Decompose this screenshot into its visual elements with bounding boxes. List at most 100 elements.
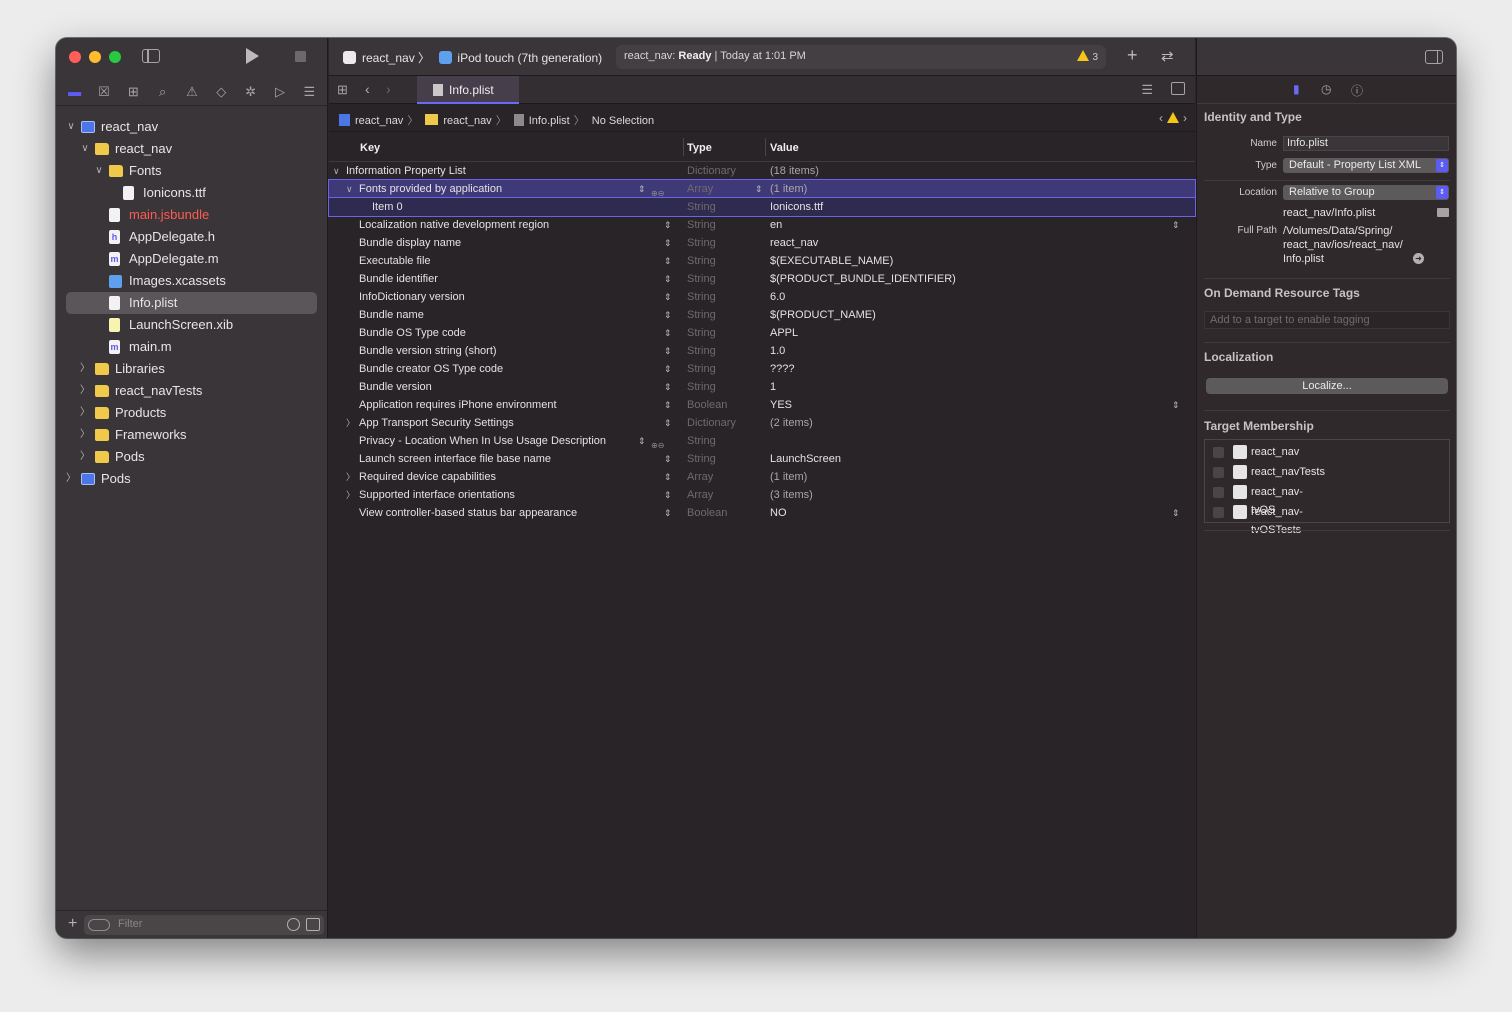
plist-type[interactable]: String xyxy=(687,360,716,378)
plist-row[interactable]: Bundle name ⇕ String $(PRODUCT_NAME) xyxy=(329,306,1195,324)
navigator-item[interactable]: ∨ Fonts xyxy=(66,160,317,182)
value-popup-icon[interactable]: ⇕ xyxy=(1172,396,1180,414)
symbol-navigator-icon[interactable]: ⊞ xyxy=(123,84,143,100)
jump-bar-group[interactable]: react_nav xyxy=(443,115,491,127)
plist-key[interactable]: Information Property List xyxy=(346,162,466,180)
key-stepper-icon[interactable]: ⇕ xyxy=(664,342,672,360)
navigator-item[interactable]: m main.m xyxy=(66,336,317,358)
editor-options-icon[interactable]: ☰ xyxy=(1141,82,1153,98)
related-items-grid-icon[interactable]: ⊞ xyxy=(337,82,348,98)
report-navigator-icon[interactable]: ☰ xyxy=(299,84,319,100)
plist-row[interactable]: Localization native development region ⇕ S… xyxy=(329,216,1195,234)
plist-type[interactable]: String xyxy=(687,252,716,270)
issue-navigator-icon[interactable]: ⚠ xyxy=(182,84,202,100)
plist-value[interactable]: Ionicons.ttf xyxy=(770,198,823,216)
disclosure-expanded-icon[interactable]: ∨ xyxy=(346,180,353,198)
key-stepper-icon[interactable]: ⇕ xyxy=(664,450,672,468)
navigator-item[interactable]: main.jsbundle xyxy=(66,204,317,226)
zoom-window-button[interactable] xyxy=(109,51,121,63)
plist-row[interactable]: 〉 Required device capabilities ⇕ Array (1 it… xyxy=(329,468,1195,486)
key-stepper-icon[interactable]: ⇕ xyxy=(664,252,672,270)
navigator-item[interactable]: m AppDelegate.m xyxy=(66,248,317,270)
plist-row[interactable]: Item 0 String Ionicons.ttf xyxy=(328,197,1196,217)
plist-key[interactable]: Bundle identifier xyxy=(359,270,438,288)
disclosure-expanded-icon[interactable]: ∨ xyxy=(80,138,90,160)
inspector-toggle-icon[interactable] xyxy=(1425,50,1443,64)
library-plus-icon[interactable]: + xyxy=(1127,45,1138,66)
plist-value[interactable]: NO xyxy=(770,504,787,522)
plist-key[interactable]: Bundle version string (short) xyxy=(359,342,497,360)
plist-type[interactable]: String xyxy=(687,306,716,324)
plist-type[interactable]: Dictionary xyxy=(687,162,736,180)
source-control-navigator-icon[interactable]: ☒ xyxy=(94,84,114,100)
project-navigator-icon[interactable]: ▬ xyxy=(65,84,85,99)
plist-value[interactable]: (2 items) xyxy=(770,414,813,432)
plist-type[interactable]: String xyxy=(687,432,716,450)
navigator-item[interactable]: Ionicons.ttf xyxy=(66,182,317,204)
plist-type[interactable]: String xyxy=(687,216,716,234)
target-checkbox[interactable] xyxy=(1213,487,1224,498)
disclosure-collapsed-icon[interactable]: 〉 xyxy=(346,414,355,432)
type-column-header[interactable]: Type xyxy=(687,142,712,154)
filter-input[interactable]: Filter xyxy=(84,915,324,935)
disclosure-expanded-icon[interactable]: ∨ xyxy=(94,160,104,182)
plist-key[interactable]: Required device capabilities xyxy=(359,468,496,486)
forward-chevron-icon[interactable]: › xyxy=(386,81,391,97)
plist-value[interactable]: (1 item) xyxy=(770,468,807,486)
disclosure-collapsed-icon[interactable]: 〉 xyxy=(80,358,90,380)
plist-key[interactable]: Bundle creator OS Type code xyxy=(359,360,503,378)
disclosure-collapsed-icon[interactable]: 〉 xyxy=(80,402,90,424)
plist-type[interactable]: String xyxy=(687,342,716,360)
plist-type[interactable]: String xyxy=(687,450,716,468)
plist-type[interactable]: Dictionary xyxy=(687,414,736,432)
warning-badge[interactable]: 3 xyxy=(1077,50,1098,63)
plist-type[interactable]: String xyxy=(687,378,716,396)
disclosure-collapsed-icon[interactable]: 〉 xyxy=(80,424,90,446)
navigator-item[interactable]: ∨ react_nav xyxy=(66,116,317,138)
plist-type[interactable]: Array xyxy=(687,468,713,486)
plist-value[interactable]: 6.0 xyxy=(770,288,785,306)
plist-value[interactable]: (1 item) xyxy=(770,180,807,198)
plist-value[interactable]: $(EXECUTABLE_NAME) xyxy=(770,252,893,270)
plist-row[interactable]: Launch screen interface file base name ⇕ S… xyxy=(329,450,1195,468)
plist-value[interactable]: $(PRODUCT_BUNDLE_IDENTIFIER) xyxy=(770,270,956,288)
file-type-popup[interactable]: Default - Property List XML ⇕ xyxy=(1283,158,1449,173)
key-stepper-icon[interactable]: ⇕ xyxy=(664,234,672,252)
key-stepper-icon[interactable]: ⇕ xyxy=(664,324,672,342)
stop-button[interactable] xyxy=(295,51,306,62)
navigator-item[interactable]: 〉 Frameworks xyxy=(66,424,317,446)
key-stepper-icon[interactable]: ⇕ xyxy=(664,486,672,504)
plist-row[interactable]: InfoDictionary version ⇕ String 6.0 xyxy=(329,288,1195,306)
navigator-item[interactable]: ∨ react_nav xyxy=(66,138,317,160)
plist-type[interactable]: Boolean xyxy=(687,504,727,522)
recent-files-filter-icon[interactable] xyxy=(287,918,300,931)
plist-key[interactable]: Privacy - Location When In Use Usage Des… xyxy=(359,432,606,450)
jump-bar-project[interactable]: react_nav xyxy=(355,115,403,127)
plist-row[interactable]: Bundle version string (short) ⇕ String 1.0 xyxy=(329,342,1195,360)
key-stepper-icon[interactable]: ⇕ xyxy=(638,180,646,198)
reveal-in-finder-icon[interactable]: ➜ xyxy=(1413,253,1424,264)
value-popup-icon[interactable]: ⇕ xyxy=(1172,216,1180,234)
plist-value[interactable]: (3 items) xyxy=(770,486,813,504)
plist-row[interactable]: Bundle creator OS Type code ⇕ String???? xyxy=(329,360,1195,378)
name-field[interactable]: Info.plist xyxy=(1283,136,1449,151)
target-checkbox[interactable] xyxy=(1213,447,1224,458)
localize-button[interactable]: Localize... xyxy=(1206,378,1448,394)
choose-folder-icon[interactable] xyxy=(1437,208,1449,217)
key-stepper-icon[interactable]: ⇕ xyxy=(664,288,672,306)
navigator-item[interactable]: LaunchScreen.xib xyxy=(66,314,317,336)
plist-key[interactable]: Bundle OS Type code xyxy=(359,324,466,342)
plist-row[interactable]: ∨ Fonts provided by application ⇕ ⊕⊖ Array ⇕(… xyxy=(328,179,1196,199)
plist-type[interactable]: String xyxy=(687,270,716,288)
plist-type[interactable]: Array xyxy=(687,486,713,504)
location-popup[interactable]: Relative to Group ⇕ xyxy=(1283,185,1449,200)
navigator-item[interactable]: 〉 react_navTests xyxy=(66,380,317,402)
key-column-header[interactable]: Key xyxy=(360,142,380,154)
plist-row[interactable]: ∨ Information Property List Dictionary (18 … xyxy=(329,162,1195,180)
plist-key[interactable]: InfoDictionary version xyxy=(359,288,465,306)
navigator-item[interactable]: 〉 Libraries xyxy=(66,358,317,380)
navigator-item[interactable]: Images.xcassets xyxy=(66,270,317,292)
navigator-item[interactable]: h AppDelegate.h xyxy=(66,226,317,248)
plist-key[interactable]: Bundle display name xyxy=(359,234,461,252)
type-stepper-icon[interactable]: ⇕ xyxy=(755,180,763,198)
